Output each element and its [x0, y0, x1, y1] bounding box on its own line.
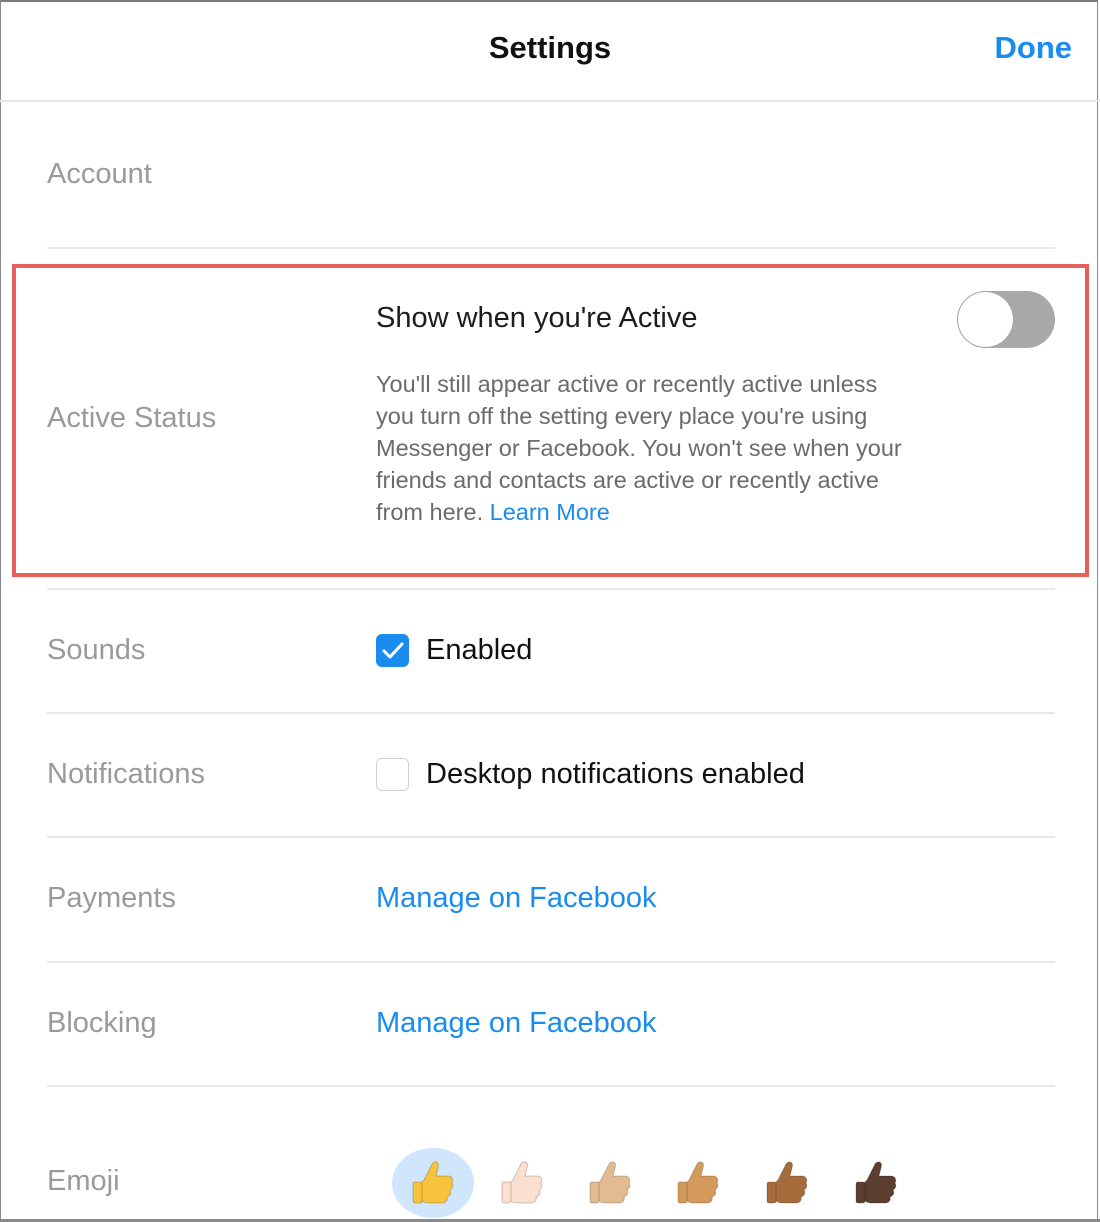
sounds-option-label[interactable]: Enabled — [426, 634, 532, 667]
thumbs-up-icon — [855, 1161, 897, 1204]
payments-manage-link[interactable]: Manage on Facebook — [376, 882, 657, 915]
active-status-description: You'll still appear active or recently a… — [376, 368, 916, 528]
active-status-toggle[interactable] — [957, 291, 1055, 348]
toggle-knob — [958, 292, 1013, 347]
divider — [47, 836, 1055, 838]
notifications-checkbox[interactable] — [376, 758, 409, 791]
checkmark-icon — [382, 642, 404, 659]
page-title: Settings — [488, 30, 612, 65]
divider — [47, 712, 1055, 714]
emoji-option-thumbs-up-light[interactable] — [482, 1148, 562, 1218]
blocking-manage-link[interactable]: Manage on Facebook — [376, 1007, 657, 1040]
thumbs-up-icon — [677, 1161, 719, 1204]
done-button[interactable]: Done — [995, 30, 1073, 66]
emoji-label: Emoji — [47, 1165, 120, 1197]
divider — [47, 961, 1055, 963]
emoji-option-thumbs-up-medium-dark[interactable] — [747, 1148, 827, 1218]
thumbs-up-icon — [501, 1161, 543, 1204]
header: Settings Done — [0, 0, 1100, 102]
emoji-option-thumbs-up-medium[interactable] — [658, 1148, 738, 1218]
emoji-option-thumbs-up-medium-light[interactable] — [570, 1148, 650, 1218]
emoji-option-thumbs-up-dark[interactable] — [836, 1148, 916, 1218]
sounds-checkbox[interactable] — [376, 634, 409, 667]
notifications-label: Notifications — [47, 758, 205, 790]
description-text: You'll still appear active or recently a… — [376, 371, 902, 525]
thumbs-up-icon — [412, 1161, 454, 1204]
blocking-label: Blocking — [47, 1007, 157, 1039]
divider — [47, 247, 1055, 249]
thumbs-up-icon — [589, 1161, 631, 1204]
sounds-label: Sounds — [47, 634, 146, 666]
emoji-option-thumbs-up-default[interactable] — [392, 1148, 474, 1218]
account-label[interactable]: Account — [47, 158, 152, 191]
show-active-title: Show when you're Active — [376, 302, 698, 334]
payments-label: Payments — [47, 882, 176, 914]
learn-more-link[interactable]: Learn More — [490, 499, 610, 525]
thumbs-up-icon — [766, 1161, 808, 1204]
divider — [47, 1085, 1055, 1087]
active-status-label: Active Status — [47, 402, 217, 434]
divider — [47, 588, 1055, 590]
notifications-option-label[interactable]: Desktop notifications enabled — [426, 758, 805, 791]
